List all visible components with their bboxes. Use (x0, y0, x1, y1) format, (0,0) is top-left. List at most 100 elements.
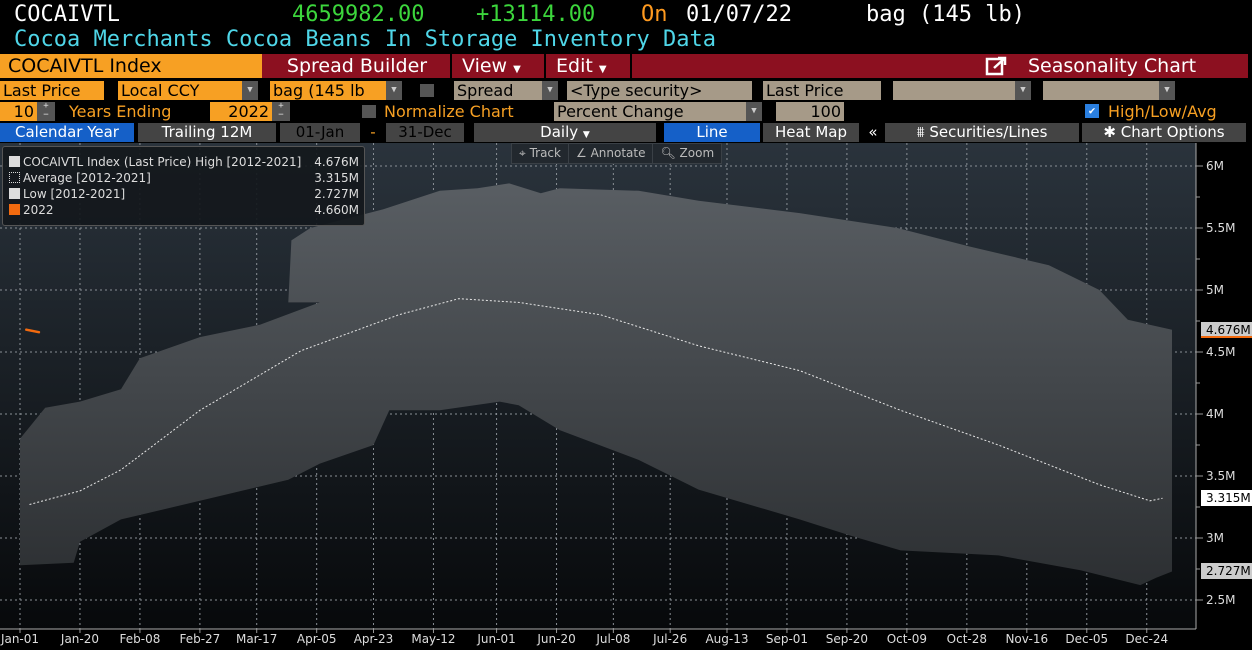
securities-lines-button[interactable]: ⩩ Securities/Lines (885, 123, 1079, 142)
x-tick-label: Apr-05 (297, 632, 337, 646)
x-tick-label: Jun-01 (476, 632, 515, 646)
y-tick-label: 6M (1206, 159, 1224, 173)
frequency-select[interactable]: Daily ▼ (474, 123, 656, 142)
track-tool[interactable]: ⌖ Track (512, 144, 569, 163)
x-tick-label: Dec-05 (1065, 632, 1108, 646)
legend-value: 4.676M (314, 155, 359, 169)
annotate-tool[interactable]: ∠ Annotate (569, 144, 654, 163)
x-tick-label: Sep-01 (766, 632, 808, 646)
chevron-down-icon: ▼ (598, 64, 607, 75)
x-tick-label: Apr-23 (354, 632, 394, 646)
chart-legend: COCAIVTL Index (Last Price) High [2012-2… (2, 146, 365, 226)
legend-2022[interactable]: 2022 4.660M (9, 203, 359, 218)
x-tick-label: Jul-26 (652, 632, 687, 646)
price-change: +13114.00 (476, 2, 596, 27)
years-input[interactable]: 10 (0, 102, 37, 121)
spread-checkbox[interactable] (420, 84, 434, 97)
legend-label: Low [2012-2021] (23, 187, 126, 201)
legend-average[interactable]: Average [2012-2021] 3.315M (9, 171, 359, 186)
hla-label: High/Low/Avg (1108, 102, 1217, 121)
heat-map-button[interactable]: Heat Map (763, 123, 859, 142)
high-value-badge: 4.676M (1201, 321, 1252, 338)
x-tick-label: Aug-13 (705, 632, 748, 646)
on-label: On (641, 2, 668, 27)
year-input[interactable]: 2022 (210, 102, 272, 121)
x-tick-label: May-12 (411, 632, 455, 646)
legend-swatch (9, 172, 20, 183)
normalize-label: Normalize Chart (384, 102, 514, 121)
y-tick-label: 2.5M (1206, 593, 1235, 607)
empty-select-2[interactable] (1043, 81, 1159, 100)
legend-high[interactable]: COCAIVTL Index (Last Price) High [2012-2… (9, 155, 359, 170)
popout-icon[interactable] (985, 56, 1009, 76)
y-tick-label: 5M (1206, 283, 1224, 297)
normalize-checkbox[interactable] (362, 105, 376, 118)
y-tick-label: 4M (1206, 407, 1224, 421)
legend-swatch (9, 188, 20, 199)
edit-menu[interactable]: Edit ▼ (548, 54, 632, 78)
hla-checkbox[interactable]: ✔ (1085, 104, 1099, 118)
spread-select[interactable]: Spread (454, 81, 542, 100)
security-field[interactable]: COCAIVTL Index (0, 54, 262, 78)
legend-value: 4.660M (314, 203, 359, 217)
chevron-down-icon[interactable]: ▼ (1015, 81, 1031, 100)
legend-value: 3.315M (314, 171, 359, 185)
calendar-year-button[interactable]: Calendar Year (0, 123, 134, 142)
legend-label: COCAIVTL Index (Last Price) High [2012-2… (23, 155, 302, 169)
normalize-mode-select[interactable]: Percent Change (554, 102, 746, 121)
x-tick-label: Oct-09 (887, 632, 927, 646)
chart-title: Seasonality Chart (1028, 55, 1197, 77)
start-date-input[interactable]: 01-Jan (280, 123, 360, 142)
collapse-button[interactable]: « (863, 123, 883, 142)
spread-builder-button[interactable]: Spread Builder (264, 54, 452, 78)
year-stepper[interactable]: + − (272, 102, 290, 121)
legend-swatch (9, 204, 20, 215)
chart-options-button[interactable]: ✱ Chart Options (1082, 123, 1246, 142)
zoom-tool[interactable]: 🔍︎ Zoom (653, 144, 721, 163)
ticker: COCAIVTL (14, 2, 120, 27)
years-stepper[interactable]: + − (37, 102, 55, 121)
type-security-input[interactable]: <Type security> (567, 81, 752, 100)
y-tick-label: 3.5M (1206, 469, 1235, 483)
securities-label: Securities/Lines (929, 123, 1048, 141)
chevron-down-icon[interactable]: ▼ (1159, 81, 1175, 100)
years-ending-label: Years Ending (69, 102, 172, 121)
unit-label: bag (145 lb) (866, 2, 1025, 27)
base-input[interactable]: 100 (776, 102, 844, 121)
x-tick-label: Jan-20 (60, 632, 99, 646)
trailing-12m-button[interactable]: Trailing 12M (138, 123, 276, 142)
field2-select[interactable]: Last Price (763, 81, 881, 100)
last-price: 4659982.00 (292, 2, 425, 27)
x-tick-label: Mar-17 (236, 632, 277, 646)
view-menu[interactable]: View ▼ (454, 54, 546, 78)
chevron-down-icon: ▼ (513, 64, 521, 75)
empty-select-1[interactable] (893, 81, 1015, 100)
legend-label: Average [2012-2021] (23, 171, 151, 185)
date-dash: - (360, 123, 386, 142)
security-description: Cocoa Merchants Cocoa Beans In Storage I… (14, 27, 716, 52)
chevron-down-icon[interactable]: ▼ (542, 81, 558, 100)
chevron-down-icon[interactable]: ▼ (386, 81, 402, 100)
y-tick-label: 5.5M (1206, 221, 1235, 235)
x-tick-label: Jun-20 (536, 632, 575, 646)
line-button[interactable]: Line (664, 123, 760, 142)
x-tick-label: Sep-20 (826, 632, 868, 646)
chevron-down-icon[interactable]: ▼ (746, 102, 762, 121)
x-tick-label: Jul-08 (595, 632, 630, 646)
y-tick-label: 3M (1206, 531, 1224, 545)
x-tick-label: Dec-24 (1125, 632, 1168, 646)
unit-select[interactable]: bag (145 lb (270, 81, 386, 100)
low-value-badge: 2.727M (1201, 563, 1252, 580)
legend-value: 2.727M (314, 187, 359, 201)
chevron-down-icon[interactable]: ▼ (242, 81, 258, 100)
y-tick-label: 4.5M (1206, 345, 1235, 359)
field-select[interactable]: Last Price (0, 81, 104, 100)
end-date-input[interactable]: 31-Dec (386, 123, 464, 142)
edit-label: Edit (556, 55, 593, 77)
view-label: View (462, 55, 508, 77)
x-tick-label: Nov-16 (1005, 632, 1048, 646)
price-date: 01/07/22 (686, 2, 792, 27)
currency-select[interactable]: Local CCY (118, 81, 242, 100)
chart-options-label: Chart Options (1120, 123, 1225, 141)
legend-low[interactable]: Low [2012-2021] 2.727M (9, 187, 359, 202)
